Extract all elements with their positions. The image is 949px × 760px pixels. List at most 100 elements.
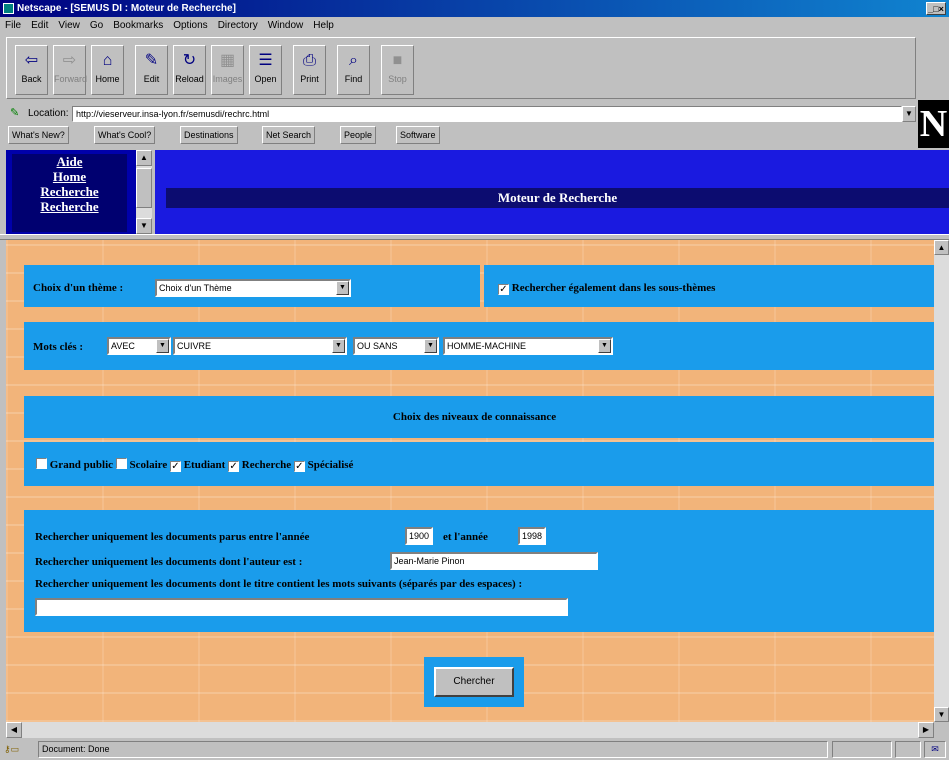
left-nav-frame: Aide Home Recherche Recherche ▲ ▼ — [6, 150, 152, 234]
print-button[interactable]: ⎙ Print — [293, 45, 326, 95]
directory-bar: What's New? What's Cool? Destinations Ne… — [6, 124, 916, 146]
level-scolaire[interactable]: Scolaire — [115, 458, 167, 471]
keyword-select-1[interactable]: CUIVRE ▼ — [173, 337, 347, 355]
theme-select[interactable]: Choix d'un Thème ▼ — [155, 279, 351, 297]
years-label: Rechercher uniquement les documents paru… — [35, 531, 310, 543]
level-grand-public[interactable]: Grand public — [36, 458, 113, 471]
mail-icon[interactable]: ✉ — [924, 741, 946, 758]
subthemes-checkbox[interactable]: ✓ — [498, 284, 509, 295]
whats-cool-button[interactable]: What's Cool? — [94, 126, 156, 144]
scroll-down-icon[interactable]: ▼ — [934, 707, 949, 722]
destinations-button[interactable]: Destinations — [180, 126, 238, 144]
back-arrow-icon: ⇦ — [24, 52, 39, 69]
menu-edit[interactable]: Edit — [26, 17, 53, 34]
location-bar: ✎ Location: http://vieserveur.insa-lyon.… — [6, 104, 916, 124]
location-label: Location: — [28, 108, 69, 119]
scroll-thumb[interactable] — [136, 168, 152, 208]
nav-link-recherche[interactable]: Recherche — [12, 184, 127, 199]
level-specialise[interactable]: ✓ Spécialisé — [293, 459, 353, 472]
back-button[interactable]: ⇦ Back — [15, 45, 48, 95]
theme-label: Choix d'un thème : — [33, 282, 124, 294]
chevron-down-icon: ▼ — [332, 339, 345, 353]
level-etudiant[interactable]: ✓ Etudiant — [169, 459, 225, 472]
scroll-up-icon[interactable]: ▲ — [136, 150, 152, 166]
url-field[interactable]: http://vieserveur.insa-lyon.fr/semusdi/r… — [72, 106, 902, 122]
content-horizontal-scrollbar[interactable]: ◀ ▶ — [6, 722, 934, 738]
stop-button[interactable]: ■ Stop — [381, 45, 414, 95]
images-button[interactable]: ▦ Images — [211, 45, 244, 95]
whats-new-button[interactable]: What's New? — [8, 126, 69, 144]
chevron-down-icon: ▼ — [156, 339, 169, 353]
find-button[interactable]: ⌕ Find — [337, 45, 370, 95]
menu-options[interactable]: Options — [168, 17, 212, 34]
keyword-select-2[interactable]: HOMME-MACHINE ▼ — [443, 337, 613, 355]
menu-view[interactable]: View — [53, 17, 85, 34]
stop-icon: ■ — [392, 52, 403, 69]
content-vertical-scrollbar[interactable]: ▲ ▼ — [934, 240, 949, 722]
edit-button[interactable]: ✎ Edit — [135, 45, 168, 95]
images-icon: ▦ — [219, 52, 236, 69]
home-icon: ⌂ — [102, 52, 113, 69]
grand-public-checkbox[interactable] — [36, 458, 47, 469]
header-frame: Moteur de Recherche — [155, 150, 949, 234]
levels-title: Choix des niveaux de connaissance — [392, 411, 557, 423]
scroll-right-icon[interactable]: ▶ — [918, 722, 934, 738]
window-title: Netscape - [SEMUS DI : Moteur de Recherc… — [17, 3, 236, 14]
title-words-label: Rechercher uniquement les documents dont… — [35, 578, 523, 590]
level-recherche[interactable]: ✓ Recherche — [228, 459, 291, 472]
reload-icon: ↻ — [182, 52, 197, 69]
keywords-label: Mots clés : — [33, 341, 84, 353]
people-button[interactable]: People — [340, 126, 377, 144]
menu-file[interactable]: File — [0, 17, 26, 34]
software-button[interactable]: Software — [396, 126, 440, 144]
etudiant-checkbox[interactable]: ✓ — [169, 461, 181, 472]
navigation-toolbar: ⇦ Back ⇨ Forward ⌂ Home ✎ Edit ↻ Reload ▦ Imag… — [6, 37, 916, 99]
window-controls[interactable]: _□× — [926, 2, 946, 15]
url-dropdown-arrow-icon[interactable]: ▼ — [902, 106, 916, 122]
title-bar: Netscape - [SEMUS DI : Moteur de Recherc… — [0, 0, 949, 17]
year-from-input[interactable]: 1900 — [405, 527, 433, 545]
status-box — [895, 741, 921, 758]
nav-link-recherche-2[interactable]: Recherche — [12, 199, 127, 214]
chevron-down-icon: ▼ — [598, 339, 611, 353]
scolaire-checkbox[interactable] — [115, 458, 127, 469]
title-words-input[interactable] — [35, 598, 568, 616]
progress-box — [832, 741, 892, 758]
reload-button[interactable]: ↻ Reload — [173, 45, 206, 95]
year-to-input[interactable]: 1998 — [518, 527, 546, 545]
operator-select-2[interactable]: OU SANS ▼ — [353, 337, 439, 355]
author-input[interactable]: Jean-Marie Pinon — [390, 552, 598, 570]
operator-select-1[interactable]: AVEC ▼ — [107, 337, 171, 355]
nav-link-home[interactable]: Home — [12, 169, 127, 184]
scroll-up-icon[interactable]: ▲ — [934, 240, 949, 255]
menu-help[interactable]: Help — [308, 17, 339, 34]
search-button[interactable]: Chercher — [434, 667, 514, 697]
menu-directory[interactable]: Directory — [213, 17, 263, 34]
chevron-down-icon: ▼ — [336, 281, 349, 295]
menu-window[interactable]: Window — [263, 17, 309, 34]
binoculars-icon: ⌕ — [349, 52, 358, 69]
scroll-down-icon[interactable]: ▼ — [136, 218, 152, 234]
author-label: Rechercher uniquement les documents dont… — [35, 556, 303, 568]
open-button[interactable]: ☰ Open — [249, 45, 282, 95]
nav-link-aide[interactable]: Aide — [12, 154, 127, 169]
menu-bookmarks[interactable]: Bookmarks — [108, 17, 168, 34]
levels-options: Grand public Scolaire ✓ Etudiant ✓ Reche… — [36, 458, 353, 472]
recherche-checkbox[interactable]: ✓ — [228, 461, 240, 472]
scroll-left-icon[interactable]: ◀ — [6, 722, 22, 738]
forward-button[interactable]: ⇨ Forward — [53, 45, 87, 95]
bookmark-icon[interactable]: ✎ — [10, 107, 24, 120]
home-button[interactable]: ⌂ Home — [91, 45, 124, 95]
net-search-button[interactable]: Net Search — [262, 126, 316, 144]
forward-arrow-icon: ⇨ — [62, 52, 77, 69]
chevron-down-icon: ▼ — [424, 339, 437, 353]
nav-scrollbar[interactable]: ▲ ▼ — [136, 150, 152, 234]
subthemes-option[interactable]: ✓ Rechercher également dans les sous-thè… — [498, 282, 715, 295]
status-bar: ⚷▭ Document: Done ✉ — [0, 738, 949, 760]
and-year-label: et l'année — [443, 531, 488, 543]
pencil-icon: ✎ — [144, 52, 159, 69]
menu-go[interactable]: Go — [85, 17, 108, 34]
specialise-checkbox[interactable]: ✓ — [293, 461, 305, 472]
status-text: Document: Done — [38, 741, 828, 758]
netscape-logo[interactable]: N — [918, 100, 949, 148]
